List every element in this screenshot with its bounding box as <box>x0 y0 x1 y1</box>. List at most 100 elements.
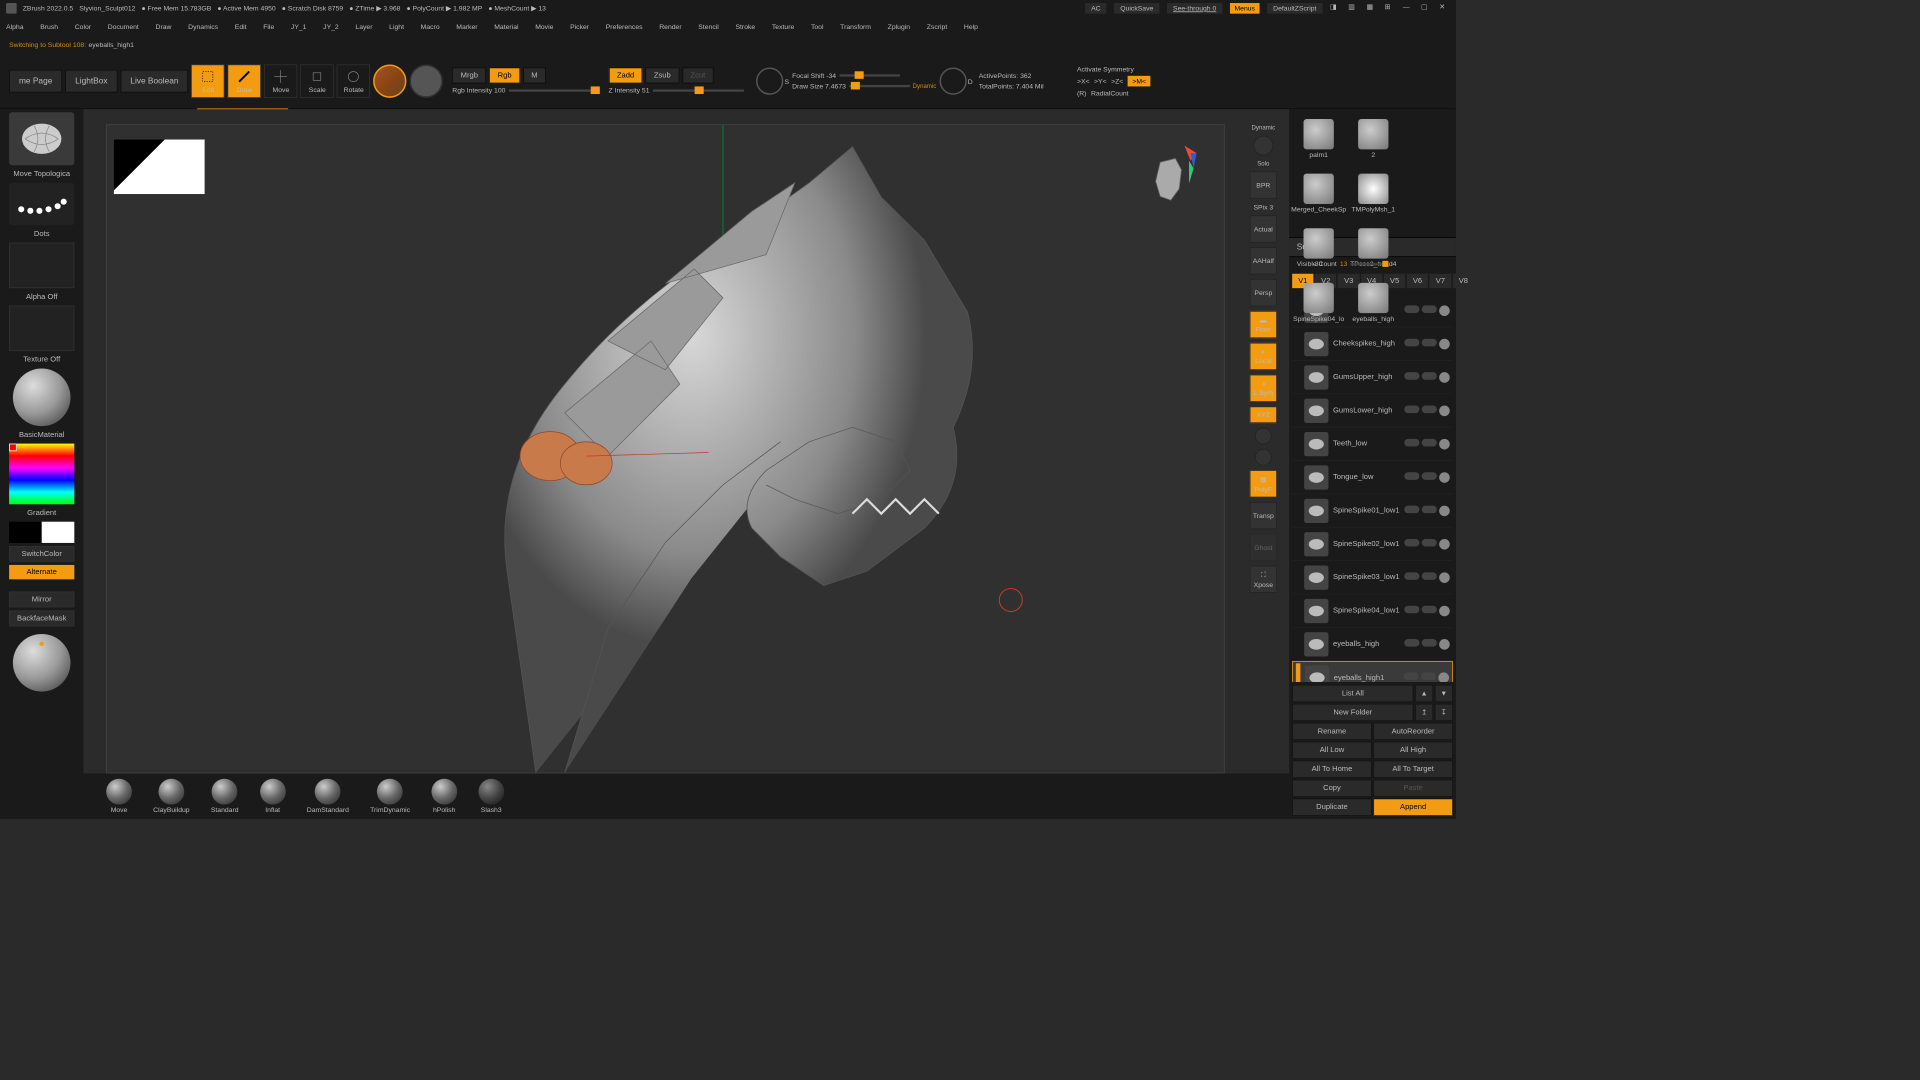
menu-stroke[interactable]: Stroke <box>735 23 755 31</box>
liveboolean-button[interactable]: Live Boolean <box>120 69 188 92</box>
append-button[interactable]: Append <box>1373 798 1453 815</box>
menu-edit[interactable]: Edit <box>235 23 247 31</box>
vtab-8[interactable]: V8 <box>1453 274 1474 288</box>
backfacemask-button[interactable]: BackfaceMask <box>9 610 74 626</box>
menu-zplugin[interactable]: Zplugin <box>888 23 910 31</box>
scale-mode-button[interactable]: Scale <box>301 64 334 97</box>
menu-transform[interactable]: Transform <box>840 23 871 31</box>
subtool-list[interactable]: Cheekspikes_high GumsUpper_high GumsLowe… <box>1289 291 1456 682</box>
menu-color[interactable]: Color <box>75 23 91 31</box>
lightbox-button[interactable]: LightBox <box>65 69 117 92</box>
brush-preview[interactable] <box>9 112 74 165</box>
subtool-item[interactable]: Cheekspikes_high <box>1292 328 1453 361</box>
visibility-eye-icon[interactable] <box>1439 305 1450 316</box>
mesh-thumb-2[interactable]: Merged_CheekSp <box>1292 167 1345 220</box>
zsub-button[interactable]: Zsub <box>646 67 680 83</box>
z-intensity-slider[interactable] <box>653 89 744 91</box>
activate-symmetry-label[interactable]: Activate Symmetry <box>1077 65 1151 73</box>
seethrough-slider[interactable]: See-through 0 <box>1167 3 1222 14</box>
subtool-toggle-2[interactable] <box>1422 372 1437 380</box>
subtool-toggle-2[interactable] <box>1422 472 1437 480</box>
rgb-intensity-slider[interactable] <box>508 89 599 91</box>
subtool-toggle-2[interactable] <box>1422 439 1437 447</box>
bpr-button[interactable]: BPR <box>1250 171 1277 198</box>
rotate-mode-button[interactable]: Rotate <box>337 64 370 97</box>
menu-macro[interactable]: Macro <box>421 23 440 31</box>
texture-slot[interactable] <box>9 306 74 351</box>
tray-move[interactable]: Move <box>106 779 132 814</box>
paste-button[interactable]: Paste <box>1373 780 1453 797</box>
aahalf-button[interactable]: AAHalf <box>1250 247 1277 274</box>
ac-button[interactable]: AC <box>1085 3 1107 14</box>
menu-alpha[interactable]: Alpha <box>6 23 23 31</box>
visibility-eye-icon[interactable] <box>1439 405 1450 416</box>
mesh-thumb-3[interactable]: TMPolyMsh_1 <box>1347 167 1400 220</box>
draw-size-circle[interactable]: D <box>939 67 966 94</box>
zcut-button[interactable]: Zcut <box>682 67 713 83</box>
viewport-canvas[interactable]: Dynamic Solo BPR SPix 3 Actual AAHalf Pe… <box>83 109 1289 819</box>
subtool-toggle-1[interactable] <box>1404 439 1419 447</box>
minimize-icon[interactable]: — <box>1403 3 1414 14</box>
paint-toggle-button[interactable] <box>410 64 443 97</box>
menu-stencil[interactable]: Stencil <box>698 23 718 31</box>
mesh-thumb-5[interactable]: TPose2_head4 <box>1347 221 1400 274</box>
tray-slash3[interactable]: Slash3 <box>478 779 504 814</box>
sym-z[interactable]: >Z< <box>1111 77 1123 85</box>
visibility-eye-icon[interactable] <box>1439 606 1450 617</box>
ghost-button[interactable]: Ghost <box>1250 534 1277 561</box>
menu-zscript[interactable]: Zscript <box>927 23 947 31</box>
folder-up-button[interactable]: ↥ <box>1415 704 1433 721</box>
menu-material[interactable]: Material <box>494 23 518 31</box>
maximize-icon[interactable]: ▢ <box>1421 3 1432 14</box>
subtool-toggle-1[interactable] <box>1404 606 1419 614</box>
menu-layer[interactable]: Layer <box>355 23 372 31</box>
layout-icon-4[interactable]: ⊞ <box>1385 3 1396 14</box>
subtool-toggle-1[interactable] <box>1404 505 1419 513</box>
subtool-toggle-2[interactable] <box>1422 405 1437 413</box>
menu-preferences[interactable]: Preferences <box>606 23 643 31</box>
menus-button[interactable]: Menus <box>1230 3 1260 14</box>
focal-shift-slider[interactable] <box>839 74 900 76</box>
subtool-toggle-2[interactable] <box>1422 505 1437 513</box>
switchcolor-button[interactable]: SwitchColor <box>9 546 74 562</box>
quicksave-button[interactable]: QuickSave <box>1114 3 1159 14</box>
subtool-item[interactable]: SpineSpike02_low1 <box>1292 528 1453 561</box>
menu-texture[interactable]: Texture <box>772 23 794 31</box>
alternate-button[interactable]: Alternate <box>9 565 74 579</box>
sym-x[interactable]: >X< <box>1077 77 1090 85</box>
alltohome-button[interactable]: All To Home <box>1292 761 1372 778</box>
visibility-eye-icon[interactable] <box>1439 505 1450 516</box>
reference-thumbnail[interactable] <box>114 140 205 195</box>
visibility-eye-icon[interactable] <box>1439 472 1450 483</box>
menu-jy2[interactable]: JY_2 <box>323 23 339 31</box>
subtool-toggle-1[interactable] <box>1404 539 1419 547</box>
subtool-item[interactable]: Tongue_low <box>1292 461 1453 494</box>
zadd-button[interactable]: Zadd <box>609 67 643 83</box>
sym-m[interactable]: >M< <box>1128 75 1151 86</box>
persp-button[interactable]: Persp <box>1250 279 1277 306</box>
subtool-toggle-2[interactable] <box>1422 572 1437 580</box>
alllow-button[interactable]: All Low <box>1292 742 1372 759</box>
rgb-button[interactable]: Rgb <box>489 67 520 83</box>
mesh-thumb-6[interactable]: SpineSpike04_lo <box>1292 276 1345 329</box>
tray-trimdynamic[interactable]: TrimDynamic <box>370 779 410 814</box>
subtool-toggle-2[interactable] <box>1422 606 1437 614</box>
tray-claybuildup[interactable]: ClayBuildup <box>153 779 189 814</box>
menu-tool[interactable]: Tool <box>811 23 824 31</box>
autoreorder-button[interactable]: AutoReorder <box>1373 723 1453 740</box>
visibility-eye-icon[interactable] <box>1439 639 1450 650</box>
menu-brush[interactable]: Brush <box>40 23 58 31</box>
layout-icon-3[interactable]: ▦ <box>1366 3 1377 14</box>
layout-icon-1[interactable]: ◨ <box>1330 3 1341 14</box>
menu-picker[interactable]: Picker <box>570 23 589 31</box>
menu-document[interactable]: Document <box>108 23 139 31</box>
subtool-item[interactable]: GumsLower_high <box>1292 394 1453 427</box>
primary-color-swatch[interactable] <box>42 522 75 543</box>
circle-toggle-2[interactable] <box>1255 449 1272 466</box>
lsym-button[interactable]: ◑L.Sym <box>1250 375 1277 402</box>
close-icon[interactable]: ✕ <box>1439 3 1450 14</box>
subtool-toggle-1[interactable] <box>1404 339 1419 347</box>
copy-button[interactable]: Copy <box>1292 780 1372 797</box>
menu-dynamics[interactable]: Dynamics <box>188 23 218 31</box>
menu-light[interactable]: Light <box>389 23 404 31</box>
